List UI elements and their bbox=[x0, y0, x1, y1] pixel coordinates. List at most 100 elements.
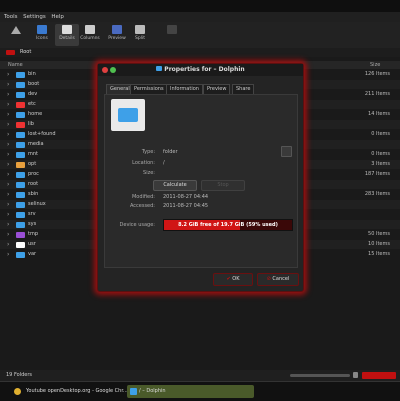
folder-icon bbox=[16, 172, 25, 178]
file-name: boot bbox=[28, 81, 40, 87]
view-columns-button[interactable]: Columns bbox=[78, 24, 102, 46]
folder-icon bbox=[16, 72, 25, 78]
disabled-action-button[interactable] bbox=[160, 24, 184, 46]
expand-arrow-icon[interactable]: › bbox=[7, 180, 9, 189]
expand-arrow-icon[interactable]: › bbox=[7, 200, 9, 209]
menu-settings[interactable]: Settings bbox=[23, 12, 46, 22]
expand-arrow-icon[interactable]: › bbox=[7, 210, 9, 219]
size-label: Size: bbox=[143, 170, 155, 176]
folder-icon bbox=[16, 152, 25, 158]
folder-icon bbox=[16, 222, 25, 228]
folder-icon bbox=[16, 242, 25, 248]
preview-icon bbox=[112, 25, 122, 34]
accessed-label: Accessed: bbox=[129, 203, 155, 209]
minimize-icon[interactable] bbox=[110, 67, 116, 73]
device-usage-bar: 8.2 GiB free of 19.7 GiB (59% used) bbox=[163, 219, 293, 231]
large-folder-icon[interactable] bbox=[111, 99, 145, 131]
expand-arrow-icon[interactable]: › bbox=[7, 100, 9, 109]
folder-icon bbox=[16, 122, 25, 128]
expand-arrow-icon[interactable]: › bbox=[7, 240, 9, 249]
file-name: lost+found bbox=[28, 131, 56, 137]
edit-icon[interactable] bbox=[281, 146, 292, 157]
expand-arrow-icon[interactable]: › bbox=[7, 80, 9, 89]
stop-button[interactable]: Stop bbox=[201, 180, 245, 191]
zoom-slider[interactable] bbox=[290, 374, 350, 377]
file-size: 10 Items bbox=[368, 241, 390, 247]
folder-icon bbox=[16, 162, 25, 168]
up-button[interactable] bbox=[4, 24, 28, 46]
folder-icon bbox=[16, 252, 25, 258]
location-bar[interactable]: Root bbox=[0, 48, 400, 57]
taskbar: Youtube openDesktop.org - Google Chr... … bbox=[0, 381, 400, 401]
menubar: Tools Settings Help bbox=[0, 12, 400, 22]
menu-help[interactable]: Help bbox=[51, 12, 64, 22]
cancel-icon: ⊘ bbox=[266, 276, 271, 282]
expand-arrow-icon[interactable]: › bbox=[7, 140, 9, 149]
folder-icon bbox=[16, 142, 25, 148]
device-usage-label: Device usage: bbox=[119, 222, 155, 228]
file-size: 187 Items bbox=[364, 171, 390, 177]
expand-arrow-icon[interactable]: › bbox=[7, 90, 9, 99]
chrome-icon bbox=[14, 388, 21, 395]
folder-icon bbox=[16, 132, 25, 138]
free-space-bar bbox=[362, 372, 396, 379]
ok-label: OK bbox=[232, 276, 240, 282]
expand-arrow-icon[interactable]: › bbox=[7, 250, 9, 259]
task-dolphin[interactable]: / – Dolphin bbox=[127, 385, 254, 398]
menu-tools[interactable]: Tools bbox=[4, 12, 18, 22]
preview-label: Preview bbox=[108, 36, 126, 41]
expand-arrow-icon[interactable]: › bbox=[7, 120, 9, 129]
view-icons-label: Icons bbox=[36, 36, 48, 41]
cancel-button[interactable]: ⊘ Cancel bbox=[257, 273, 299, 286]
file-name: home bbox=[28, 111, 43, 117]
zoom-handle[interactable] bbox=[353, 372, 358, 378]
folder-icon bbox=[16, 232, 25, 238]
type-label: Type: bbox=[141, 149, 155, 155]
column-name[interactable]: Name bbox=[8, 61, 23, 69]
task-dolphin-label: / – Dolphin bbox=[139, 388, 166, 394]
properties-dialog: Properties for – Dolphin General Permiss… bbox=[97, 63, 304, 292]
location-label: Location: bbox=[132, 160, 155, 166]
view-details-label: Details bbox=[59, 36, 75, 41]
file-size: 3 Items bbox=[371, 161, 390, 167]
expand-arrow-icon[interactable]: › bbox=[7, 70, 9, 79]
file-name: mnt bbox=[28, 151, 38, 157]
type-value: folder bbox=[163, 149, 178, 155]
split-button[interactable]: Split bbox=[128, 24, 152, 46]
view-icons-button[interactable]: Icons bbox=[30, 24, 54, 46]
calculate-button[interactable]: Calculate bbox=[153, 180, 197, 191]
file-name: tmp bbox=[28, 231, 39, 237]
dialog-titlebar: Properties for – Dolphin bbox=[98, 64, 303, 76]
expand-arrow-icon[interactable]: › bbox=[7, 220, 9, 229]
toolbar: Icons Details Columns Preview Split bbox=[0, 22, 400, 49]
window-titlebar bbox=[0, 0, 400, 12]
close-icon[interactable] bbox=[102, 67, 108, 73]
task-browser[interactable]: Youtube openDesktop.org - Google Chr... bbox=[14, 385, 136, 398]
preview-button[interactable]: Preview bbox=[105, 24, 129, 46]
view-details-button[interactable]: Details bbox=[55, 24, 79, 46]
expand-arrow-icon[interactable]: › bbox=[7, 150, 9, 159]
dialog-title: Properties for – Dolphin bbox=[164, 66, 245, 73]
folder-icon bbox=[16, 212, 25, 218]
expand-arrow-icon[interactable]: › bbox=[7, 110, 9, 119]
folder-icon bbox=[156, 66, 163, 71]
folder-icon bbox=[16, 82, 25, 88]
expand-arrow-icon[interactable]: › bbox=[7, 130, 9, 139]
modified-label: Modified: bbox=[131, 194, 155, 200]
action-icon bbox=[167, 25, 177, 34]
column-size[interactable]: Size bbox=[370, 61, 380, 69]
file-name: usr bbox=[28, 241, 36, 247]
expand-arrow-icon[interactable]: › bbox=[7, 190, 9, 199]
task-browser-label: Youtube openDesktop.org - Google Chr... bbox=[26, 388, 128, 394]
root-crumb[interactable]: Root bbox=[20, 48, 31, 57]
expand-arrow-icon[interactable]: › bbox=[7, 160, 9, 169]
modified-value: 2011-08-27 04:44 bbox=[163, 194, 209, 200]
ok-button[interactable]: ✔ OK bbox=[213, 273, 253, 286]
statusbar: 19 Folders bbox=[0, 370, 400, 381]
tab-panel: Type: folder Location: / Size: Calculate… bbox=[104, 94, 298, 268]
expand-arrow-icon[interactable]: › bbox=[7, 230, 9, 239]
expand-arrow-icon[interactable]: › bbox=[7, 170, 9, 179]
device-usage-text: 8.2 GiB free of 19.7 GiB (59% used) bbox=[178, 222, 278, 228]
file-size: 50 Items bbox=[368, 231, 390, 237]
file-size: 14 Items bbox=[368, 111, 390, 117]
